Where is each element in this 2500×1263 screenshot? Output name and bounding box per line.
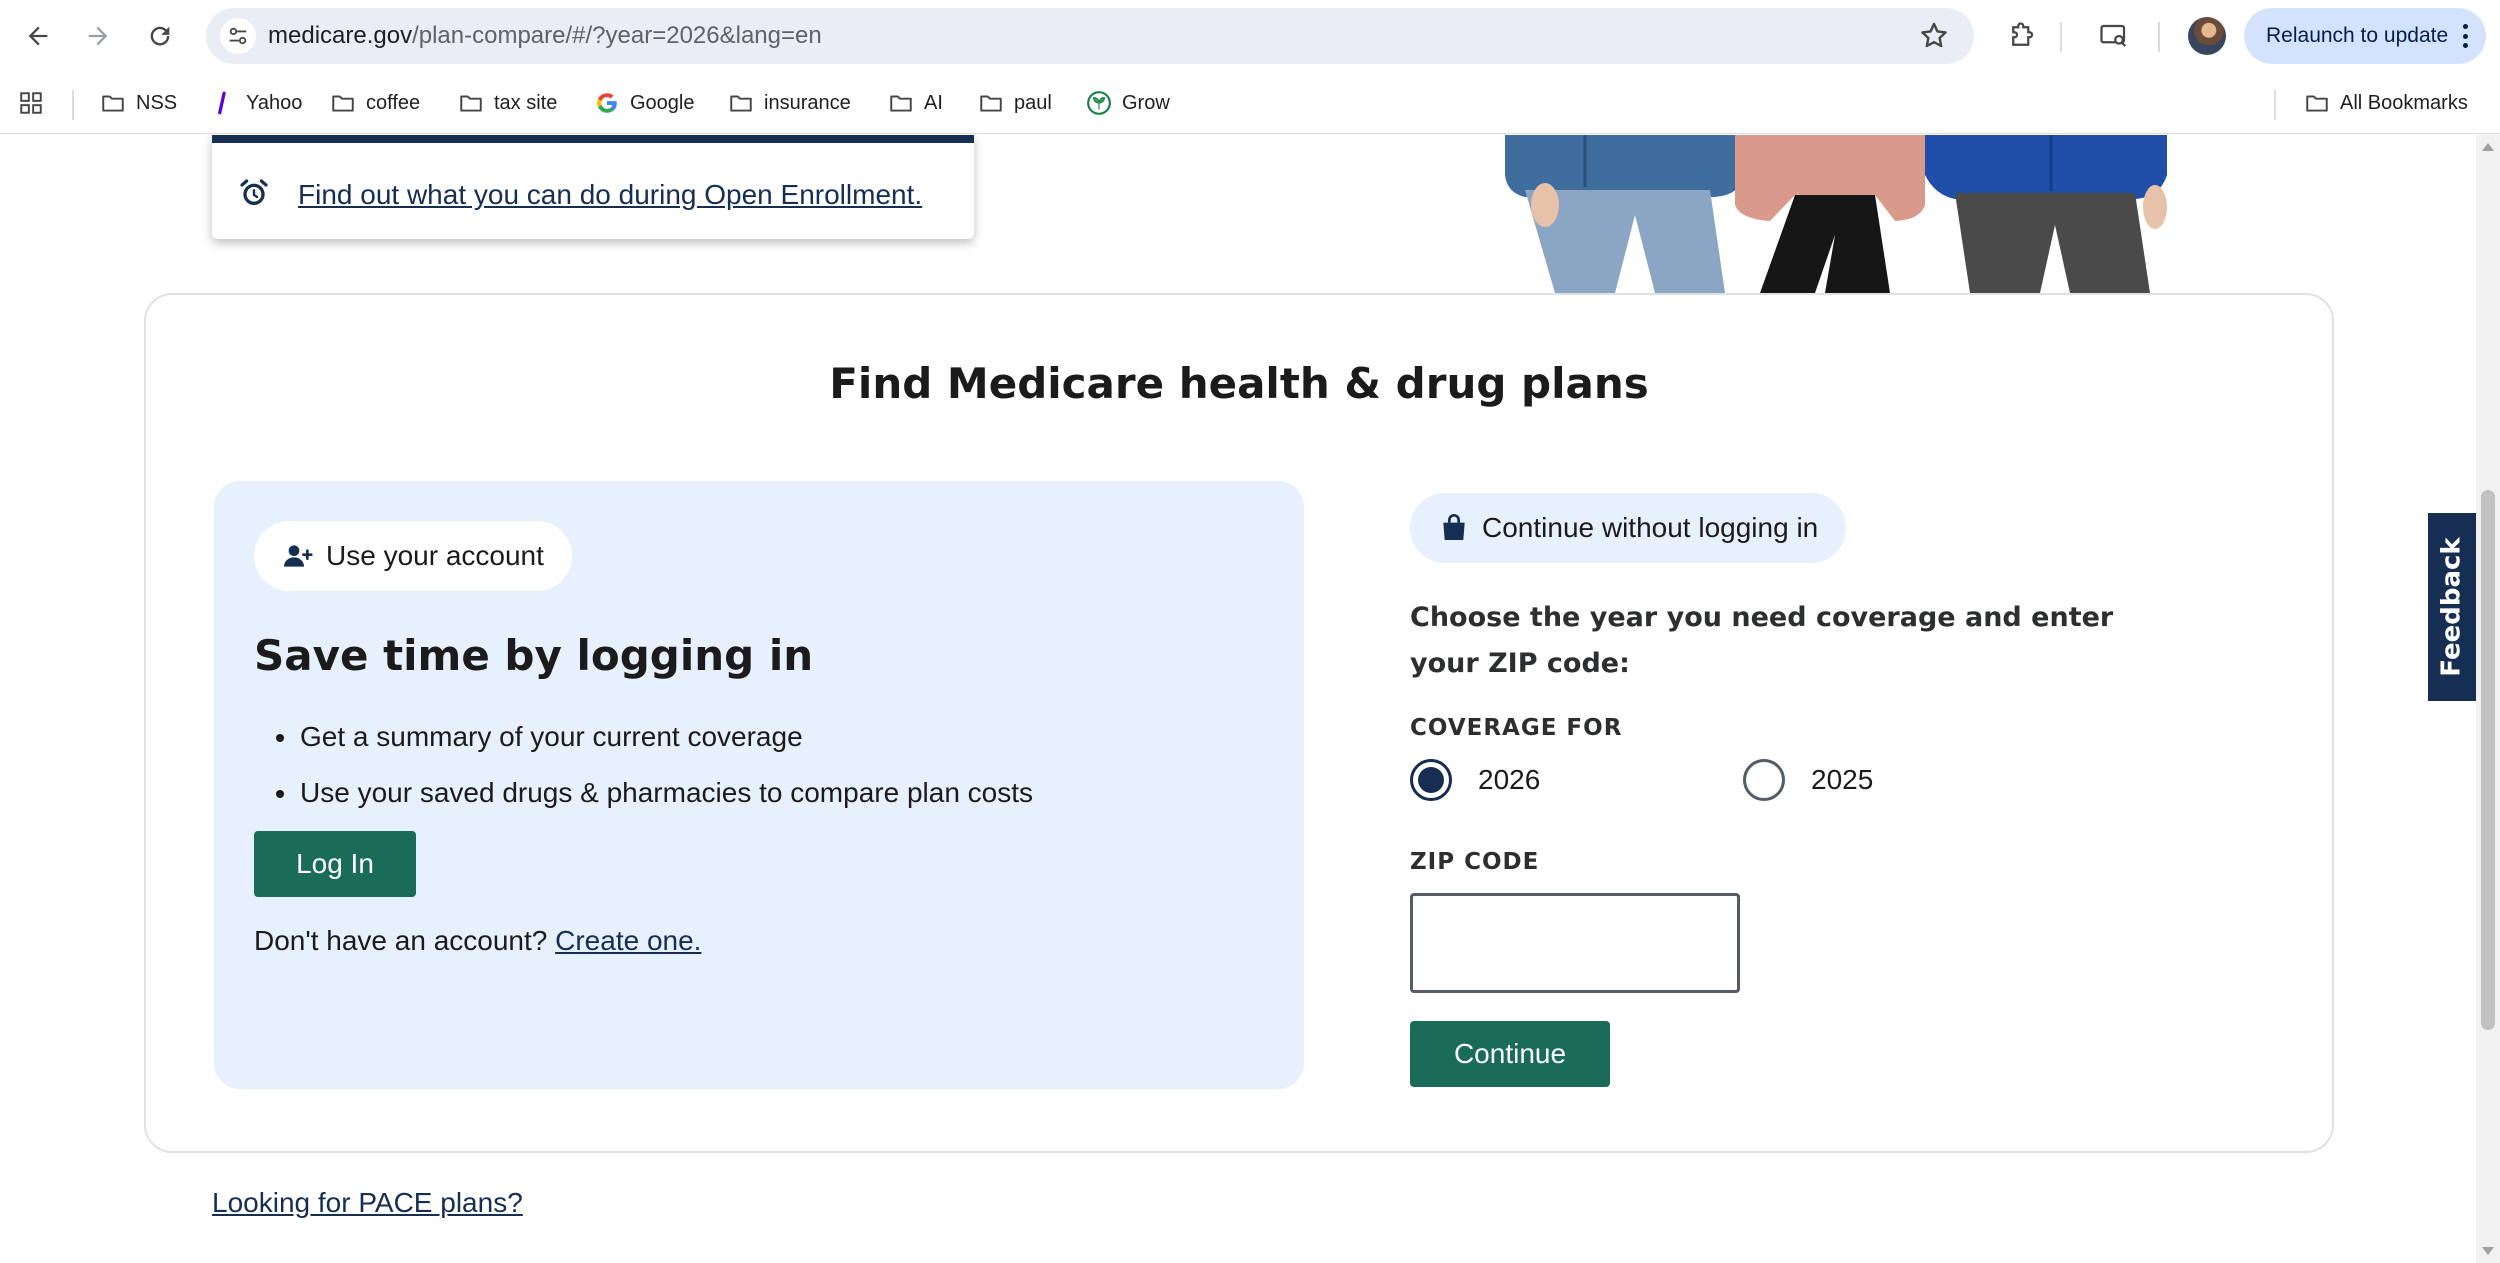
screen-search-icon	[2100, 24, 2127, 47]
feedback-tab[interactable]: Feedback	[2428, 513, 2476, 701]
all-bookmarks-label: All Bookmarks	[2340, 91, 2468, 114]
relaunch-label: Relaunch to update	[2266, 24, 2449, 47]
folder-icon	[730, 95, 752, 112]
use-account-label: Use your account	[326, 540, 544, 571]
extensions-button[interactable]	[2004, 18, 2040, 54]
zip-code-label: ZIP CODE	[1410, 849, 1540, 875]
zip-code-input[interactable]	[1410, 893, 1740, 993]
folder-icon	[980, 95, 1002, 112]
bookmark-tax-site[interactable]: tax site	[458, 86, 557, 120]
url-host: medicare.gov	[268, 22, 413, 49]
reload-icon	[150, 26, 170, 46]
bookmark-label: paul	[1014, 91, 1052, 114]
card-title: Find Medicare health & drug plans	[829, 359, 1649, 408]
bookmark-label: tax site	[494, 91, 558, 114]
folder-icon	[102, 95, 124, 112]
bookmark-ai[interactable]: AI	[888, 86, 943, 120]
yahoo-icon	[218, 91, 226, 115]
address-bar[interactable]: medicare.gov/plan-compare/#/?year=2026&l…	[206, 8, 1974, 64]
google-icon	[597, 93, 617, 113]
apps-grid-icon	[20, 92, 42, 114]
radio-dot[interactable]	[1743, 759, 1785, 801]
url-text: medicare.gov/plan-compare/#/?year=2026&l…	[268, 22, 822, 50]
grow-icon	[1087, 91, 1111, 115]
continue-without-login-pill: Continue without logging in	[1410, 493, 1847, 563]
coverage-prompt: Choose the year you need coverage and en…	[1410, 602, 2114, 679]
arrow-left-icon	[28, 26, 48, 46]
year-label: 2026	[1478, 764, 1541, 795]
continue-without-login-label: Continue without logging in	[1482, 512, 1819, 543]
more-vert-icon[interactable]	[2462, 24, 2468, 48]
reload-button[interactable]	[140, 16, 180, 56]
folder-icon	[890, 95, 912, 112]
open-enrollment-alert: Find out what you can do during Open Enr…	[212, 135, 974, 239]
no-account-text: Don't have an account?	[254, 925, 548, 956]
scrollbar-thumb[interactable]	[2481, 490, 2495, 1030]
bookmark-insurance[interactable]: insurance	[728, 86, 851, 120]
toolbar-divider	[2158, 22, 2160, 52]
signup-prompt: Don't have an account? Create one.	[254, 925, 701, 957]
profile-avatar[interactable]	[2188, 17, 2226, 55]
hero-photo	[1495, 135, 2175, 293]
folder-icon	[2306, 95, 2328, 112]
list-item: Use your saved drugs & pharmacies to com…	[270, 765, 1033, 821]
login-heading: Save time by logging in	[254, 631, 814, 680]
bookmark-label: Yahoo	[246, 91, 303, 114]
scroll-up-arrow[interactable]	[2482, 143, 2494, 151]
bookmark-label: NSS	[136, 91, 178, 114]
year-radio-2026[interactable]: 2026	[1410, 759, 1540, 801]
login-benefits-list: Get a summary of your current coverage U…	[270, 709, 1033, 821]
arrow-right-icon	[88, 26, 108, 46]
bookmark-coffee[interactable]: coffee	[330, 86, 420, 120]
puzzle-icon	[2012, 22, 2034, 46]
apps-button[interactable]	[18, 86, 54, 120]
page-scrollbar[interactable]	[2476, 135, 2500, 1263]
forward-button[interactable]	[78, 16, 118, 56]
relaunch-button[interactable]: Relaunch to update	[2244, 8, 2486, 64]
toolbar-divider	[2060, 22, 2062, 52]
open-enrollment-link[interactable]: Find out what you can do during Open Enr…	[298, 179, 922, 211]
bookmark-label: Grow	[1122, 91, 1170, 114]
bookmark-label: insurance	[764, 91, 851, 114]
bookmark-google[interactable]: Google	[594, 86, 695, 120]
bookmark-paul[interactable]: paul	[978, 86, 1052, 120]
page-viewport: Find out what you can do during Open Enr…	[0, 135, 2476, 1263]
folder-icon	[332, 95, 354, 112]
user-plus-icon	[284, 545, 313, 567]
use-account-pill: Use your account	[254, 521, 572, 591]
continue-button[interactable]: Continue	[1410, 1021, 1610, 1087]
bookmarks-divider	[2274, 90, 2276, 120]
folder-icon	[460, 95, 482, 112]
tune-icon	[229, 27, 247, 45]
site-info-button[interactable]	[220, 18, 256, 54]
list-item: Get a summary of your current coverage	[270, 709, 1033, 765]
year-radio-2025[interactable]: 2025	[1743, 759, 1873, 801]
bookmark-nss[interactable]: NSS	[100, 86, 177, 120]
bookmarks-divider	[72, 90, 74, 120]
radio-dot-selected[interactable]	[1410, 759, 1452, 801]
back-button[interactable]	[18, 16, 58, 56]
bookmark-grow[interactable]: Grow	[1086, 86, 1170, 120]
bookmark-label: AI	[924, 91, 943, 114]
find-plans-card: Find Medicare health & drug plans Use yo…	[144, 293, 2334, 1153]
coverage-for-label: COVERAGE FOR	[1410, 715, 1623, 741]
year-label: 2025	[1811, 764, 1874, 795]
alarm-clock-icon	[240, 179, 268, 205]
bookmark-label: Google	[630, 91, 695, 114]
pace-plans-link[interactable]: Looking for PACE plans?	[212, 1187, 523, 1219]
shopping-bag-icon	[1443, 514, 1465, 540]
browser-toolbar: medicare.gov/plan-compare/#/?year=2026&l…	[0, 0, 2500, 72]
log-in-button[interactable]: Log In	[254, 831, 416, 897]
login-panel: Use your account Save time by logging in…	[214, 481, 1304, 1089]
scroll-down-arrow[interactable]	[2482, 1247, 2494, 1255]
bookmark-star-icon[interactable]	[1918, 20, 1950, 52]
bookmarks-bar: NSS Yahoo coffee tax site Google insuran…	[0, 72, 2500, 134]
feedback-label: Feedback	[2437, 537, 2468, 677]
bookmark-yahoo[interactable]: Yahoo	[210, 86, 302, 120]
tab-search-button[interactable]	[2096, 18, 2132, 54]
create-account-link[interactable]: Create one.	[555, 925, 701, 956]
bookmark-label: coffee	[366, 91, 421, 114]
all-bookmarks-button[interactable]: All Bookmarks	[2304, 86, 2468, 120]
url-path: /plan-compare/#/?year=2026&lang=en	[412, 22, 822, 49]
